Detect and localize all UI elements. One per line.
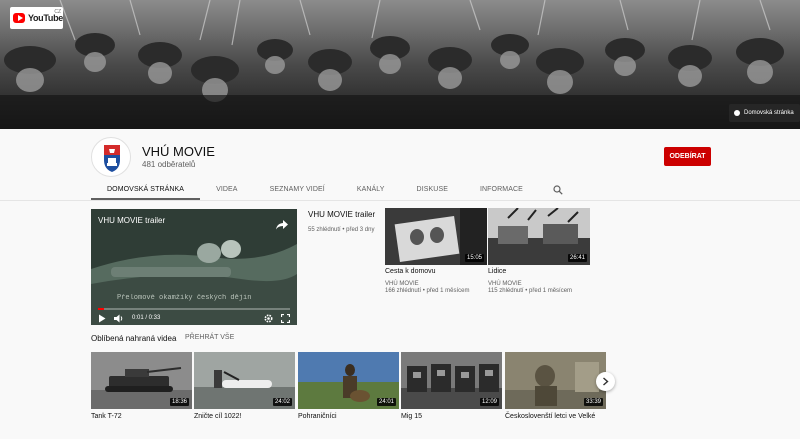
share-icon (276, 220, 288, 230)
channel-page: YouTube CZ Domovská stránka VHÚ MOVIE 48… (0, 0, 800, 439)
featured-video-meta: 55 zhlédnutí • před 3 dny (308, 227, 375, 233)
tab-channels[interactable]: KANÁLY (341, 179, 401, 200)
video-title[interactable]: Pohraničníci (298, 413, 399, 420)
video-thumbnail[interactable]: 18:36 (91, 352, 192, 409)
player-subtitle: Přelomové okamžiky českých dějin (117, 294, 252, 302)
shelf-video-card[interactable]: 24:02 Zničte cíl 1022! (194, 352, 295, 420)
video-title[interactable]: Tank T-72 (91, 413, 192, 420)
video-duration: 24:01 (376, 398, 396, 406)
video-duration: 24:02 (272, 398, 292, 406)
channel-tabs: DOMOVSKÁ STRÁNKA VIDEA SEZNAMY VIDEÍ KAN… (91, 179, 569, 200)
channel-name: VHÚ MOVIE (142, 144, 215, 159)
globe-icon (734, 110, 740, 116)
shelf-video-card[interactable]: 12:09 Mig 15 (401, 352, 502, 420)
video-title[interactable]: Mig 15 (401, 413, 502, 420)
video-duration: 12:09 (479, 398, 499, 406)
video-title[interactable]: Českoslovenští letci ve Velké (505, 413, 606, 420)
channel-banner: YouTube CZ Domovská stránka (0, 0, 800, 129)
popular-videos-shelf: 18:36 Tank T-72 24:02 Zničte cíl 1022! 2… (91, 352, 606, 439)
video-thumbnail[interactable]: 15:05 (385, 208, 487, 265)
player-controls: 0:01 / 0:33 (91, 311, 297, 325)
banner-soldiers-image (0, 0, 800, 129)
youtube-logo[interactable]: YouTube CZ (10, 7, 63, 29)
shelf-video-card[interactable]: 24:01 Pohraničníci (298, 352, 399, 420)
channel-avatar[interactable] (91, 137, 131, 177)
youtube-region: CZ (54, 9, 61, 15)
video-meta: 166 zhlédnutí • před 1 měsícem (385, 288, 470, 294)
banner-home-link[interactable]: Domovská stránka (729, 104, 800, 122)
fullscreen-icon[interactable] (281, 313, 290, 323)
featured-video-player[interactable]: VHU MOVIE trailer Přelomové okamžiky čes… (91, 209, 297, 325)
video-thumbnail[interactable]: 24:02 (194, 352, 295, 409)
player-controls-right (264, 313, 290, 323)
volume-icon[interactable] (114, 314, 124, 323)
featured-video-title[interactable]: VHU MOVIE trailer (308, 210, 375, 219)
banner-home-label: Domovská stránka (744, 110, 794, 116)
player-time: 0:01 / 0:33 (132, 315, 161, 321)
play-icon[interactable] (98, 314, 106, 323)
search-icon (553, 184, 563, 195)
side-video-card[interactable]: 26:41 Lidice VHÚ MOVIE 115 zhlédnutí • p… (488, 208, 590, 294)
tab-discussion[interactable]: DISKUSE (401, 179, 464, 200)
header-divider (0, 200, 800, 201)
video-title[interactable]: Lidice (488, 268, 590, 275)
tab-home[interactable]: DOMOVSKÁ STRÁNKA (91, 179, 201, 200)
channel-header: VHÚ MOVIE 481 odběratelů ODEBÍRAT DOMOVS… (0, 129, 800, 200)
share-button[interactable] (276, 217, 288, 235)
settings-gear-icon[interactable] (264, 313, 273, 323)
player-progress-bar[interactable] (98, 308, 290, 310)
chevron-right-icon (603, 377, 609, 386)
shelf-title[interactable]: Oblíbená nahraná videa (91, 334, 176, 343)
video-duration: 33:39 (583, 398, 603, 406)
channel-crest-icon (104, 145, 120, 172)
video-title[interactable]: Cesta k domovu (385, 268, 487, 275)
side-video-card[interactable]: 15:05 Cesta k domovu VHÚ MOVIE 166 zhléd… (385, 208, 487, 294)
player-progress-fill (98, 308, 104, 310)
channel-search-button[interactable] (547, 179, 569, 200)
video-meta: 115 zhlédnutí • před 1 měsícem (488, 288, 573, 294)
youtube-play-icon (13, 13, 25, 23)
video-thumbnail[interactable]: 26:41 (488, 208, 590, 265)
video-thumbnail[interactable]: 33:39 (505, 352, 606, 409)
video-channel[interactable]: VHÚ MOVIE (488, 281, 590, 287)
video-duration: 18:36 (169, 398, 189, 406)
shelf-next-button[interactable] (596, 372, 615, 391)
subscriber-count: 481 odběratelů (142, 160, 196, 169)
tab-playlists[interactable]: SEZNAMY VIDEÍ (254, 179, 341, 200)
shelf-video-card[interactable]: 18:36 Tank T-72 (91, 352, 192, 420)
video-duration: 15:05 (464, 254, 484, 262)
player-title: VHU MOVIE trailer (98, 216, 166, 225)
tab-about[interactable]: INFORMACE (464, 179, 539, 200)
video-duration: 26:41 (567, 254, 587, 262)
video-thumbnail[interactable]: 12:09 (401, 352, 502, 409)
play-all-button[interactable]: PŘEHRÁT VŠE (185, 334, 234, 341)
video-channel[interactable]: VHÚ MOVIE (385, 281, 487, 287)
shelf-video-card[interactable]: 33:39 Českoslovenští letci ve Velké (505, 352, 606, 420)
video-thumbnail[interactable]: 24:01 (298, 352, 399, 409)
video-title[interactable]: Zničte cíl 1022! (194, 413, 295, 420)
subscribe-button[interactable]: ODEBÍRAT (664, 147, 711, 166)
tab-videos[interactable]: VIDEA (200, 179, 254, 200)
